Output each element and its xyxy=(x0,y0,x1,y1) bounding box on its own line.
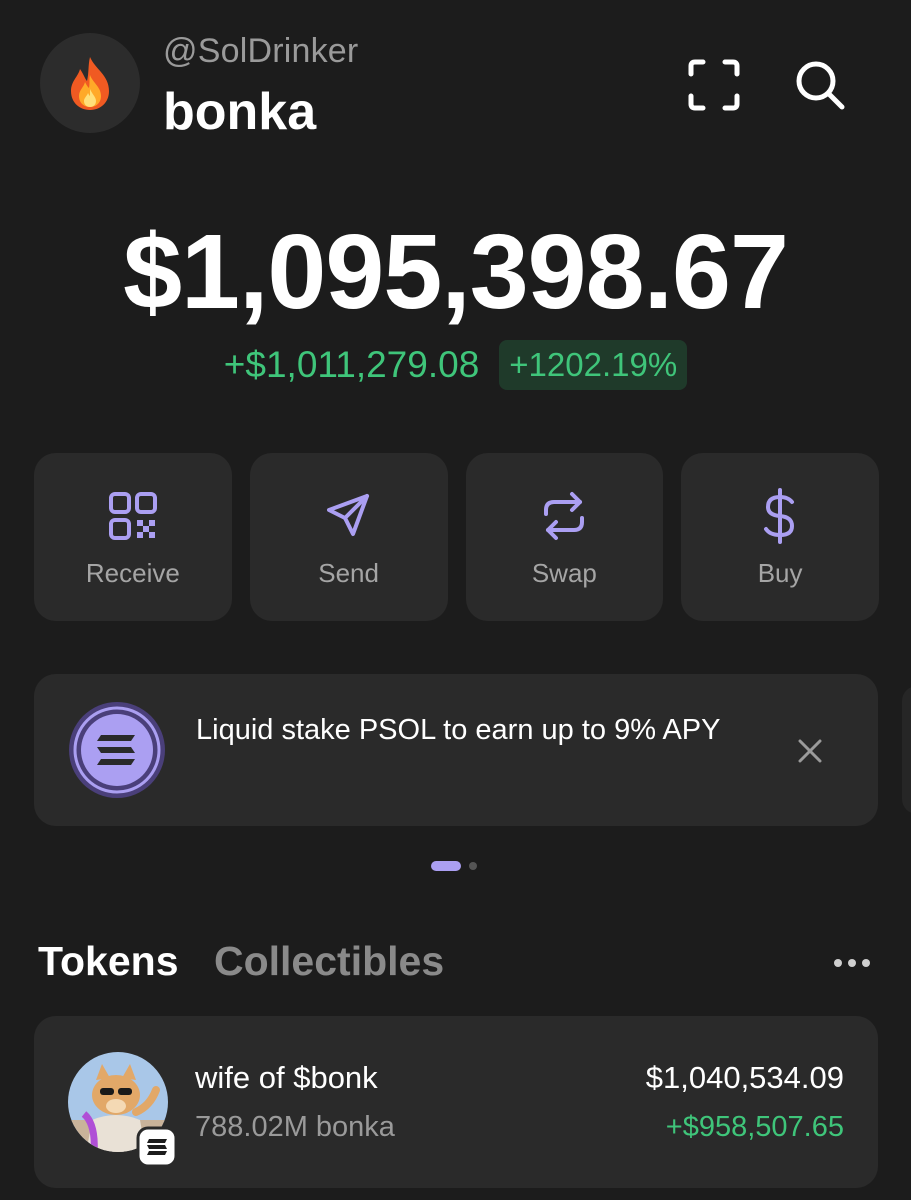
receive-label: Receive xyxy=(85,557,180,588)
more-horizontal-icon xyxy=(862,959,870,967)
dollar-icon xyxy=(764,487,795,544)
fire-emoji-icon xyxy=(71,57,109,110)
search-icon xyxy=(796,61,845,110)
balance-change: +$1,011,279.08 +1202.19% xyxy=(0,340,911,390)
promo-text: Liquid stake PSOL to earn up to 9% APY xyxy=(196,714,721,746)
more-options-button[interactable] xyxy=(830,948,874,978)
account-avatar[interactable] xyxy=(40,33,140,133)
pager-dot[interactable] xyxy=(469,862,477,870)
more-horizontal-icon xyxy=(848,959,856,967)
buy-label: Buy xyxy=(757,557,803,588)
promo-banner[interactable]: Liquid stake PSOL to earn up to 9% APY xyxy=(34,674,878,826)
account-name[interactable]: bonka xyxy=(163,82,316,142)
paper-plane-icon xyxy=(326,493,369,536)
promo-close-button[interactable] xyxy=(790,731,830,771)
swap-arrows-icon xyxy=(544,491,585,540)
token-amount: 788.02M bonka xyxy=(195,1111,395,1143)
promo-pager xyxy=(431,861,477,871)
token-value: $1,040,534.09 xyxy=(645,1060,844,1095)
balance-change-amount: +$1,011,279.08 xyxy=(223,344,480,385)
account-handle[interactable]: @SolDrinker xyxy=(163,32,358,71)
send-label: Send xyxy=(318,557,379,588)
token-name: wife of $bonk xyxy=(195,1060,378,1095)
receive-button[interactable]: Receive xyxy=(34,453,232,621)
more-horizontal-icon xyxy=(834,959,842,967)
token-change: +$958,507.65 xyxy=(665,1111,844,1143)
swap-button[interactable]: Swap xyxy=(465,453,664,621)
scan-qr-icon xyxy=(688,59,740,111)
qr-code-icon xyxy=(108,491,157,540)
buy-button[interactable]: Buy xyxy=(681,453,879,621)
tab-collectibles[interactable]: Collectibles xyxy=(214,938,444,985)
tab-tokens[interactable]: Tokens xyxy=(38,938,179,985)
solana-icon xyxy=(69,702,165,798)
close-icon xyxy=(798,739,822,763)
send-button[interactable]: Send xyxy=(249,453,448,621)
token-row[interactable]: wife of $bonk 788.02M bonka $1,040,534.0… xyxy=(34,1016,878,1188)
pager-dot-active xyxy=(431,861,461,871)
balance-change-percent-badge: +1202.19% xyxy=(499,340,688,390)
swap-label: Swap xyxy=(531,557,597,588)
search-button[interactable] xyxy=(790,55,850,115)
scan-qr-button[interactable] xyxy=(684,55,744,115)
next-promo-card[interactable] xyxy=(902,686,911,814)
action-buttons: Receive Send Swap Buy xyxy=(34,453,879,621)
solana-icon xyxy=(136,1126,178,1168)
total-balance: $1,095,398.67 xyxy=(123,213,789,331)
